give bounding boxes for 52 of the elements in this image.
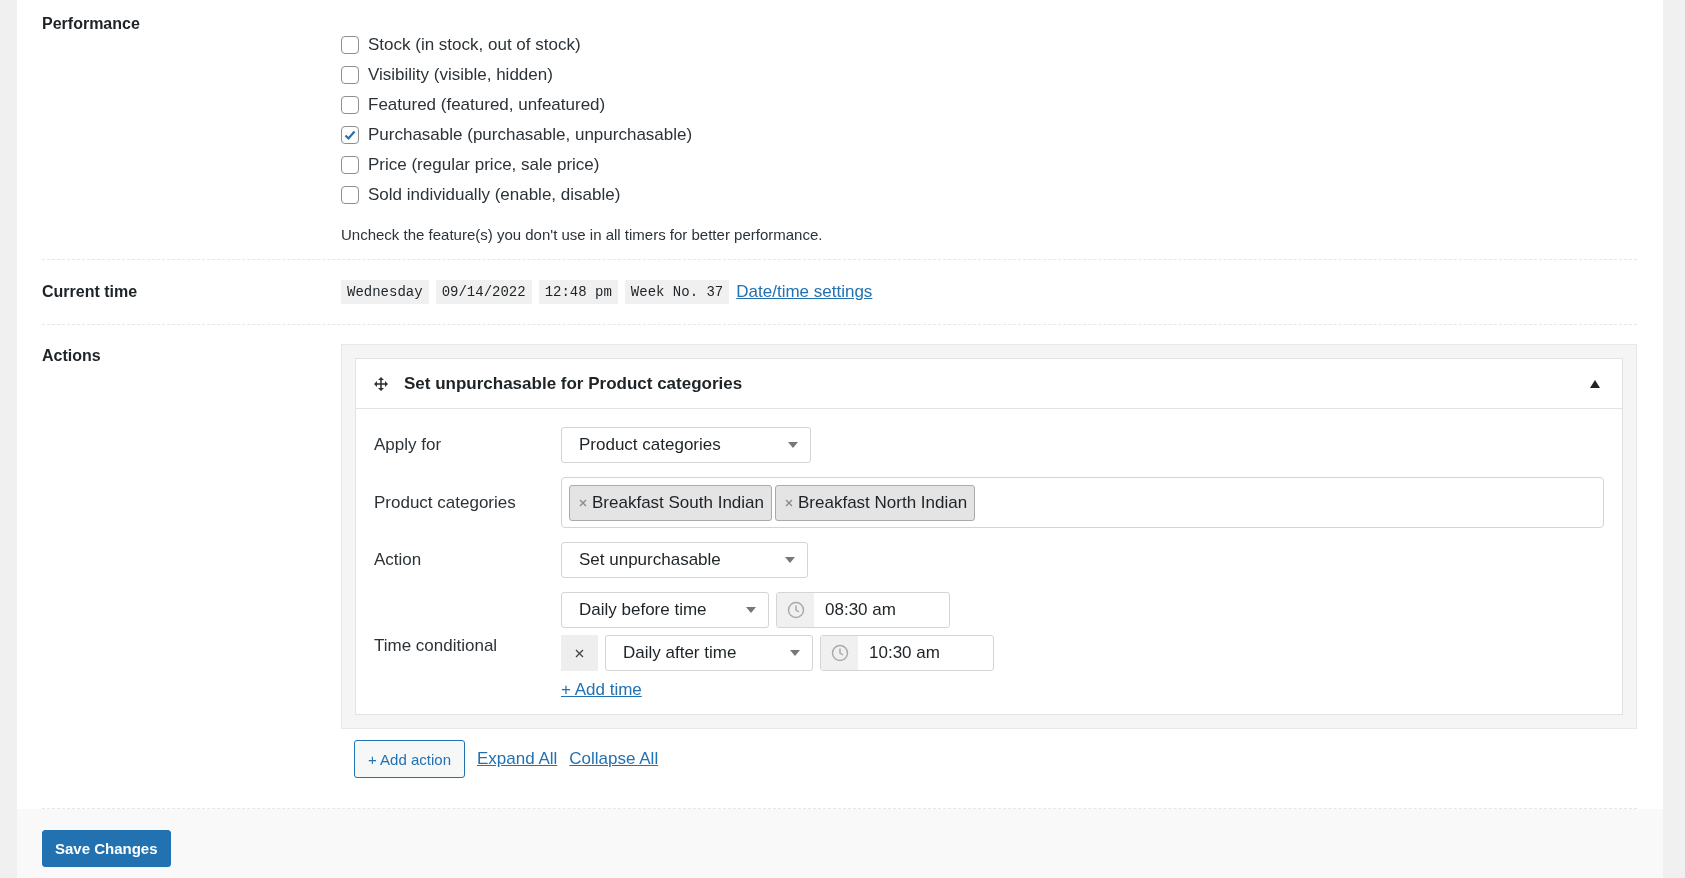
checkbox[interactable] bbox=[341, 66, 359, 84]
category-field[interactable]: Breakfast South Indian Breakfast North Indian bbox=[561, 477, 1604, 528]
category-tag: Breakfast North Indian bbox=[775, 484, 976, 521]
condition-select[interactable]: Daily after time bbox=[605, 635, 813, 671]
settings-link[interactable]: Date/time settings bbox=[736, 282, 873, 302]
field-label: Performance bbox=[42, 14, 141, 34]
remove-button[interactable] bbox=[561, 635, 598, 671]
collapse-all-link[interactable]: Collapse All bbox=[569, 749, 659, 769]
checkbox[interactable] bbox=[341, 96, 359, 114]
action-title: Set unpurchasable for Product categories bbox=[404, 373, 744, 394]
checkbox-label: Price (regular price, sale price) bbox=[368, 155, 600, 175]
help-text: Uncheck the feature(s) you don't use in all timers for better performance. bbox=[341, 226, 824, 243]
caret-icon bbox=[746, 607, 756, 613]
move-icon bbox=[374, 376, 388, 391]
checkbox-label: Featured (featured, unfeatured) bbox=[368, 95, 606, 115]
checkbox-label: Stock (in stock, out of stock) bbox=[368, 35, 581, 55]
expand-all-link[interactable]: Expand All bbox=[477, 749, 558, 769]
checkbox[interactable] bbox=[341, 36, 359, 54]
field-label: Product categories bbox=[374, 492, 517, 513]
time-field[interactable]: 08:30 am bbox=[776, 592, 950, 628]
remove-icon[interactable] bbox=[785, 498, 793, 507]
caret-icon bbox=[790, 650, 800, 656]
field-label: Current time bbox=[42, 282, 139, 302]
caret-icon bbox=[785, 557, 795, 563]
add-time-link[interactable]: + Add time bbox=[561, 680, 642, 700]
action-select[interactable]: Set unpurchasable bbox=[561, 542, 808, 578]
save-button[interactable]: Save Changes bbox=[42, 830, 171, 867]
clock-icon bbox=[830, 644, 849, 662]
close-icon bbox=[575, 648, 584, 658]
time-field[interactable]: 10:30 am bbox=[820, 635, 994, 671]
field-label: Actions bbox=[42, 346, 102, 366]
category-tag: Breakfast South Indian bbox=[569, 484, 772, 521]
clock-icon bbox=[786, 601, 805, 619]
checkbox[interactable] bbox=[341, 156, 359, 174]
checkbox-label: Sold individually (enable, disable) bbox=[368, 185, 621, 205]
time-chip: Week No. 37 bbox=[624, 280, 730, 304]
checkbox[interactable] bbox=[341, 126, 359, 144]
field-label: Apply for bbox=[374, 435, 443, 455]
time-chip: 12:48 pm bbox=[538, 280, 618, 304]
caret-icon bbox=[788, 442, 798, 448]
field-label: Action bbox=[374, 550, 423, 570]
time-chip: 09/14/2022 bbox=[435, 280, 532, 304]
checkbox-label: Visibility (visible, hidden) bbox=[368, 65, 553, 85]
checkbox[interactable] bbox=[341, 186, 359, 204]
condition-select[interactable]: Daily before time bbox=[561, 592, 769, 628]
field-label: Time conditional bbox=[374, 636, 499, 656]
apply-for-select[interactable]: Product categories bbox=[561, 427, 811, 463]
checkbox-label: Purchasable (purchasable, unpurchasable) bbox=[368, 125, 693, 145]
collapse-toggle-icon[interactable] bbox=[1590, 379, 1600, 388]
time-chip: Wednesday bbox=[341, 280, 429, 304]
add-action-button[interactable]: + Add action bbox=[354, 740, 465, 778]
remove-icon[interactable] bbox=[579, 498, 587, 507]
